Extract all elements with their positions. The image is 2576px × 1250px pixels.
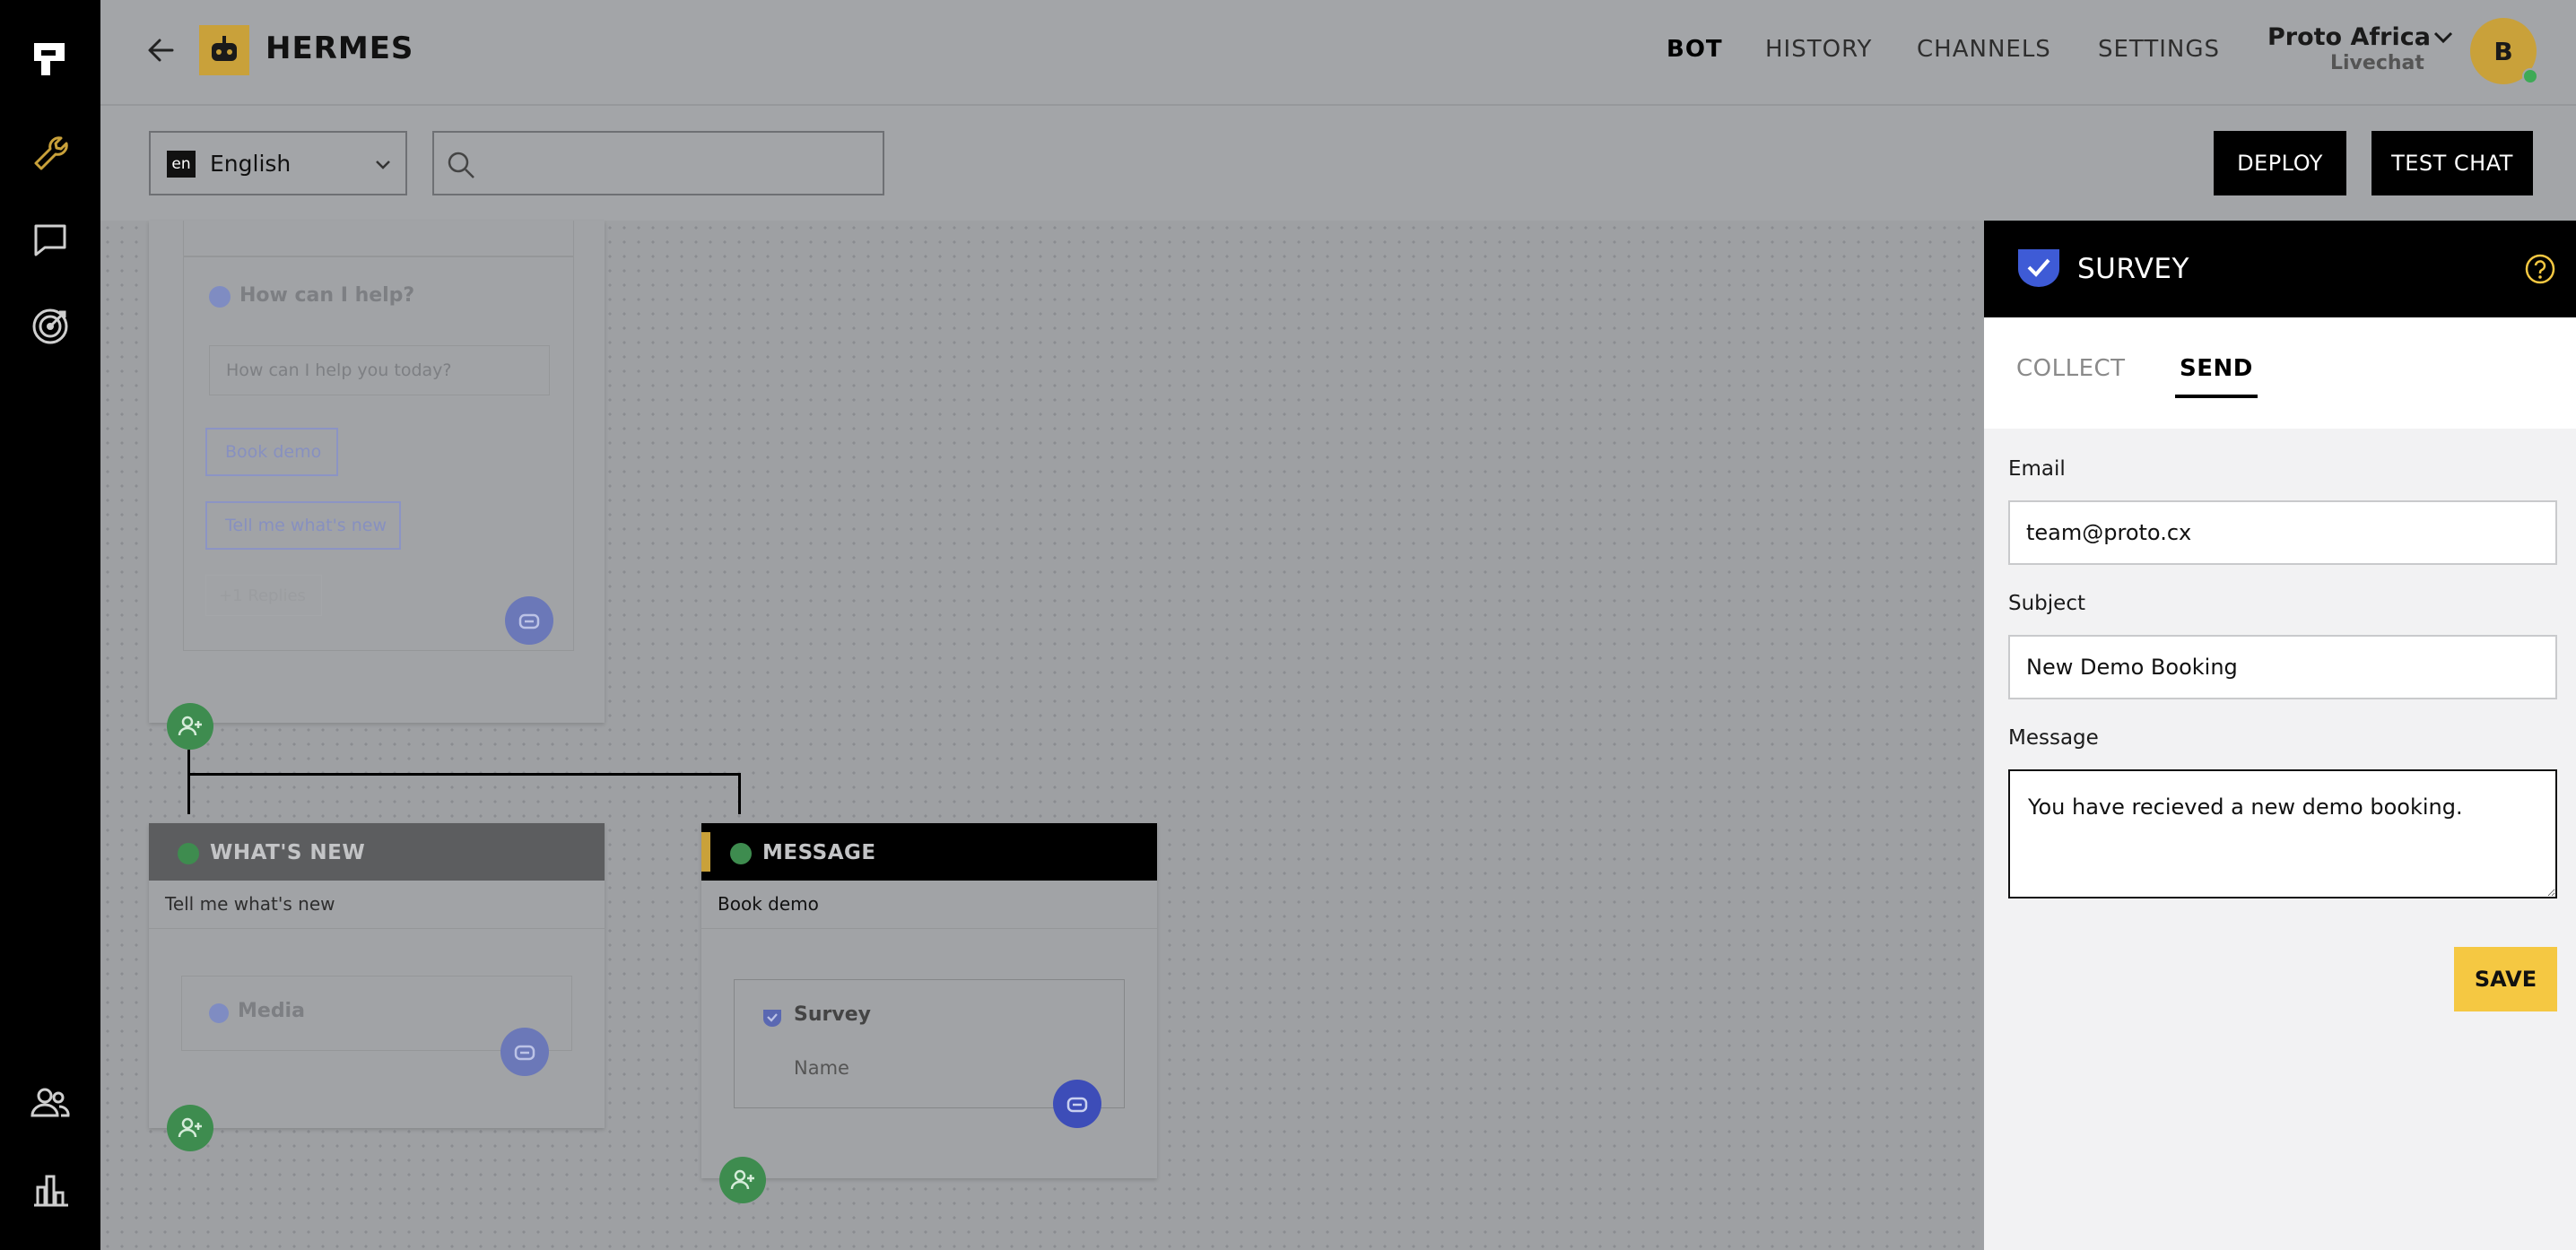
search-input[interactable] <box>484 140 870 187</box>
reply-label: Tell me what's new <box>225 516 387 535</box>
app-title: HERMES <box>265 30 414 66</box>
bar-chart-icon[interactable] <box>25 1164 75 1214</box>
node-header-label: MESSAGE <box>762 841 876 864</box>
subject-label: Subject <box>2008 592 2085 615</box>
whats-new-node[interactable]: WHAT'S NEW Tell me what's new Media <box>149 823 605 1128</box>
active-tab-indicator <box>2175 395 2258 398</box>
language-select[interactable]: en English <box>149 131 407 195</box>
top-bar: HERMES BOT HISTORY CHANNELS SETTINGS Pro… <box>100 0 2576 106</box>
subject-field[interactable] <box>2008 635 2557 699</box>
users-icon[interactable] <box>25 1078 75 1128</box>
chat-bubble-icon <box>209 286 231 308</box>
account-sub: Livechat <box>2330 52 2424 74</box>
tab-send[interactable]: SEND <box>2180 355 2253 382</box>
help-circle-icon[interactable] <box>2524 253 2556 285</box>
add-block-bot-icon[interactable] <box>1053 1080 1101 1128</box>
block-title: Media <box>238 1000 305 1022</box>
nav-history[interactable]: HISTORY <box>1765 36 1872 63</box>
node-header[interactable]: WHAT'S NEW <box>149 823 605 881</box>
tab-collect[interactable]: COLLECT <box>2016 355 2126 382</box>
node-trigger: Book demo <box>701 881 1157 929</box>
chevron-down-icon <box>373 154 393 174</box>
account-switcher[interactable]: Proto Africa Livechat <box>2267 22 2483 79</box>
language-label: English <box>210 151 292 177</box>
connector-line <box>738 773 741 814</box>
deploy-button[interactable]: DEPLOY <box>2214 131 2346 195</box>
node-block-top <box>183 221 574 256</box>
more-replies-label: +1 Replies <box>219 586 306 605</box>
language-code-badge: en <box>167 151 196 178</box>
question-block[interactable]: How can I help? How can I help you today… <box>183 256 574 651</box>
node-trigger: Tell me what's new <box>149 881 605 929</box>
bot-logo-icon <box>199 25 249 75</box>
message-textarea[interactable]: You have recieved a new demo booking. <box>2008 769 2557 898</box>
block-field: Name <box>794 1057 849 1079</box>
block-title: Survey <box>794 1003 871 1026</box>
email-label: Email <box>2008 457 2066 481</box>
avatar-letter: B <box>2493 36 2513 66</box>
reply-chip[interactable]: Tell me what's new <box>205 501 401 550</box>
chevron-down-icon[interactable] <box>2431 25 2456 50</box>
wrench-icon[interactable] <box>25 129 75 179</box>
add-user-icon[interactable] <box>167 703 213 750</box>
node-trigger-label: Book demo <box>718 893 819 915</box>
node-header[interactable]: MESSAGE <box>701 823 1157 881</box>
email-field[interactable] <box>2008 500 2557 565</box>
proto-logo-icon[interactable] <box>25 34 75 84</box>
media-icon <box>209 1003 229 1023</box>
add-user-icon[interactable] <box>167 1105 213 1151</box>
reply-label: Book demo <box>225 442 322 462</box>
connector-line <box>187 773 738 776</box>
message-node[interactable]: MESSAGE Book demo Survey Name <box>701 823 1157 1178</box>
nav-bot[interactable]: BOT <box>1667 36 1723 63</box>
top-node-card[interactable]: How can I help? How can I help you today… <box>149 221 605 723</box>
nav-channels[interactable]: CHANNELS <box>1917 36 2051 63</box>
arrow-left-icon[interactable] <box>142 32 181 68</box>
node-trigger-label: Tell me what's new <box>165 893 335 915</box>
panel-title: SURVEY <box>2077 253 2189 285</box>
connector-line <box>187 750 190 814</box>
question-text-box: How can I help you today? <box>209 345 550 395</box>
selected-marker <box>701 832 710 872</box>
shield-check-icon <box>2016 247 2061 289</box>
panel-tabs: COLLECT SEND <box>1984 317 2576 429</box>
test-chat-button[interactable]: TEST CHAT <box>2371 131 2533 195</box>
shield-check-icon <box>761 1007 783 1029</box>
chat-bubble-icon <box>178 843 199 864</box>
question-title: How can I help? <box>239 284 415 307</box>
nav-settings[interactable]: SETTINGS <box>2098 36 2220 63</box>
chat-bubble-icon <box>730 843 752 864</box>
toolbar: en English DEPLOY TEST CHAT <box>100 106 2576 221</box>
add-user-icon[interactable] <box>719 1157 766 1203</box>
message-label: Message <box>2008 726 2099 750</box>
flow-canvas[interactable]: How can I help? How can I help you today… <box>100 221 1984 1250</box>
target-icon[interactable] <box>25 301 75 352</box>
question-text: How can I help you today? <box>226 360 452 380</box>
online-status-dot <box>2522 68 2538 84</box>
add-block-bot-icon[interactable] <box>500 1028 549 1076</box>
account-name: Proto Africa <box>2267 23 2431 51</box>
chat-icon[interactable] <box>25 215 75 265</box>
search-box[interactable] <box>432 131 884 195</box>
search-icon <box>445 149 477 181</box>
more-replies-chip[interactable]: +1 Replies <box>205 575 322 616</box>
survey-panel: SURVEY COLLECT SEND Email Subject Messag… <box>1984 221 2576 1250</box>
add-block-bot-icon[interactable] <box>505 596 553 645</box>
panel-header: SURVEY <box>1984 221 2576 317</box>
save-button[interactable]: SAVE <box>2454 947 2557 1011</box>
left-rail <box>0 0 100 1250</box>
reply-chip[interactable]: Book demo <box>205 428 338 476</box>
node-header-label: WHAT'S NEW <box>210 841 366 864</box>
